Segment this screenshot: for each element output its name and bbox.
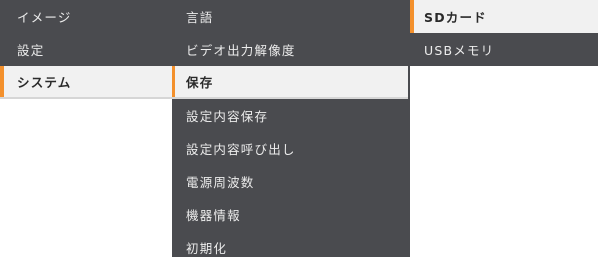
menu-item-video-output-resolution[interactable]: ビデオ出力解像度 [172, 33, 410, 66]
menu-item-sd-card[interactable]: SDカード [410, 0, 598, 33]
menu-item-label: 設定 [17, 43, 45, 58]
menu-item-settings[interactable]: 設定 [0, 33, 172, 66]
menu-item-initialize[interactable]: 初期化 [172, 231, 410, 257]
main-menu: イメージ 設定 システム [0, 0, 172, 99]
menu-item-save-settings[interactable]: 設定内容保存 [172, 99, 410, 132]
system-submenu: 言語 ビデオ出力解像度 保存 設定内容保存 設定内容呼び出し 電源周波数 機器情… [172, 0, 410, 257]
menu-item-label: システム [17, 75, 72, 90]
menu-item-usb-memory[interactable]: USBメモリ [410, 33, 598, 66]
menu-item-label: 言語 [186, 10, 214, 25]
menu-item-label: 電源周波数 [186, 175, 255, 190]
menu-item-system[interactable]: システム [0, 66, 172, 99]
menu-item-label: USBメモリ [424, 43, 495, 58]
menu-item-load-settings[interactable]: 設定内容呼び出し [172, 132, 410, 165]
menu-item-label: 初期化 [186, 241, 228, 256]
menu-item-label: ビデオ出力解像度 [186, 43, 296, 58]
menu-item-label: 設定内容保存 [186, 109, 269, 124]
menu-item-label: イメージ [17, 10, 72, 25]
menu-item-label: 設定内容呼び出し [186, 142, 296, 157]
menu-item-label: 保存 [186, 75, 214, 90]
menu-item-power-frequency[interactable]: 電源周波数 [172, 165, 410, 198]
menu-item-image[interactable]: イメージ [0, 0, 172, 33]
menu-item-label: SDカード [424, 10, 487, 25]
save-destination-submenu: SDカード USBメモリ [410, 0, 598, 66]
menu-item-language[interactable]: 言語 [172, 0, 410, 33]
menu-item-label: 機器情報 [186, 208, 241, 223]
menu-item-save[interactable]: 保存 [172, 66, 408, 99]
menu-item-device-info[interactable]: 機器情報 [172, 198, 410, 231]
osd-menu-screen: イメージ 設定 システム 言語 ビデオ出力解像度 保存 設定内容保存 設定内容呼… [0, 0, 598, 257]
